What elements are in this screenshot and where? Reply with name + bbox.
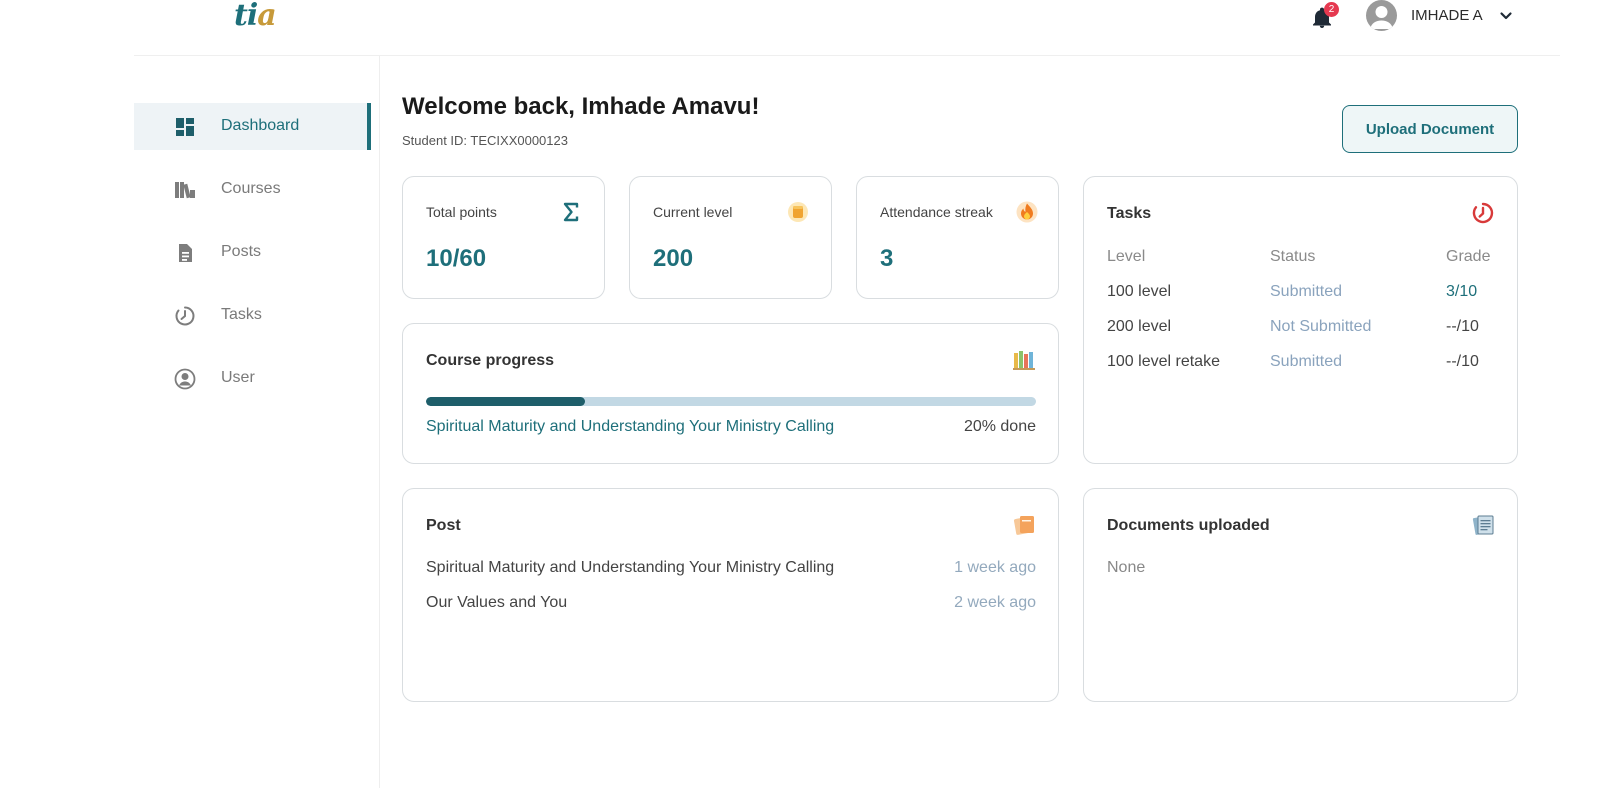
books-stack-icon <box>1013 351 1035 370</box>
page-title: Welcome back, Imhade Amavu! <box>402 93 760 120</box>
coin-icon <box>788 202 808 222</box>
card-title: Post <box>426 517 461 534</box>
sidebar-item-dashboard[interactable]: Dashboard <box>134 103 371 150</box>
sidebar-item-label: Dashboard <box>221 117 300 134</box>
timer-icon <box>175 306 195 326</box>
sidebar-item-courses[interactable]: Courses <box>134 166 371 213</box>
active-indicator <box>367 103 371 150</box>
student-id: Student ID: TECIXX0000123 <box>402 133 568 148</box>
stat-card-attendance-streak: Attendance streak 3 <box>856 176 1059 299</box>
fire-icon <box>1016 201 1038 223</box>
sidebar-item-posts[interactable]: Posts <box>134 229 371 276</box>
column-header: Status <box>1270 248 1316 265</box>
task-level: 100 level <box>1107 283 1172 300</box>
user-name[interactable]: IMHADE A <box>1411 7 1483 24</box>
stat-label: Current level <box>653 204 733 220</box>
avatar[interactable] <box>1366 0 1397 31</box>
post-time: 2 week ago <box>954 594 1036 611</box>
stat-value: 10/60 <box>426 245 487 272</box>
post-card: Post Spiritual Maturity and Understandin… <box>402 488 1059 702</box>
sidebar-item-label: Tasks <box>221 306 262 323</box>
tia-logo[interactable]: tia <box>234 0 277 33</box>
document-icon <box>179 244 192 262</box>
stat-value: 200 <box>653 245 694 272</box>
timer-icon <box>1472 202 1494 224</box>
sticky-notes-icon <box>1013 516 1034 535</box>
card-title: Tasks <box>1107 205 1152 222</box>
sidebar-item-tasks[interactable]: Tasks <box>134 292 371 339</box>
column-header: Grade <box>1446 248 1491 265</box>
books-icon <box>175 182 195 199</box>
documents-card: Documents uploaded None <box>1083 488 1518 702</box>
sidebar-item-label: Courses <box>221 180 281 197</box>
upload-document-button[interactable]: Upload Document <box>1342 105 1518 153</box>
list-item[interactable]: Our Values and You 2 week ago <box>426 594 1036 616</box>
task-status: Submitted <box>1270 283 1343 300</box>
column-header: Level <box>1107 248 1146 265</box>
sidebar-item-user[interactable]: User <box>134 355 371 402</box>
documents-icon <box>1472 515 1494 535</box>
list-item[interactable]: Spiritual Maturity and Understanding You… <box>426 559 1036 581</box>
notification-badge: 2 <box>1324 2 1339 17</box>
sidebar-divider <box>379 56 380 788</box>
card-title: Documents uploaded <box>1107 517 1270 534</box>
post-title: Our Values and You <box>426 594 568 611</box>
user-silhouette-icon <box>1370 6 1393 29</box>
sidebar-item-label: User <box>221 369 255 386</box>
card-title: Course progress <box>426 352 555 369</box>
stat-label: Total points <box>426 204 497 220</box>
post-title: Spiritual Maturity and Understanding You… <box>426 559 835 576</box>
progress-percent: 20% done <box>963 418 1036 435</box>
progress-bar-fill <box>426 397 585 406</box>
chevron-down-icon[interactable] <box>1499 9 1513 23</box>
stat-value: 3 <box>880 245 894 272</box>
header-divider <box>134 55 1560 56</box>
stat-label: Attendance streak <box>880 204 993 220</box>
course-progress-card: Course progress Spiritual Maturity and U… <box>402 323 1059 464</box>
dashboard-icon <box>176 118 194 136</box>
task-status: Not Submitted <box>1270 318 1372 335</box>
top-bar: tia 2 IMHADE A <box>0 0 1600 56</box>
task-grade: --/10 <box>1446 353 1479 370</box>
task-grade: 3/10 <box>1446 283 1478 300</box>
progress-bar <box>426 397 1036 406</box>
task-level: 100 level retake <box>1107 353 1220 370</box>
user-circle-icon <box>174 368 196 390</box>
progress-course-link[interactable]: Spiritual Maturity and Understanding You… <box>426 418 834 436</box>
post-time: 1 week ago <box>954 559 1036 576</box>
stat-card-current-level: Current level 200 <box>629 176 832 299</box>
sigma-icon <box>563 202 579 222</box>
task-status: Submitted <box>1270 353 1343 370</box>
task-grade: --/10 <box>1446 318 1479 335</box>
task-level: 200 level <box>1107 318 1172 335</box>
empty-state-text: None <box>1107 559 1146 576</box>
sidebar-item-label: Posts <box>221 243 262 260</box>
tasks-card: Tasks Level Status Grade 100 level Submi… <box>1083 176 1518 464</box>
stat-card-total-points: Total points 10/60 <box>402 176 605 299</box>
